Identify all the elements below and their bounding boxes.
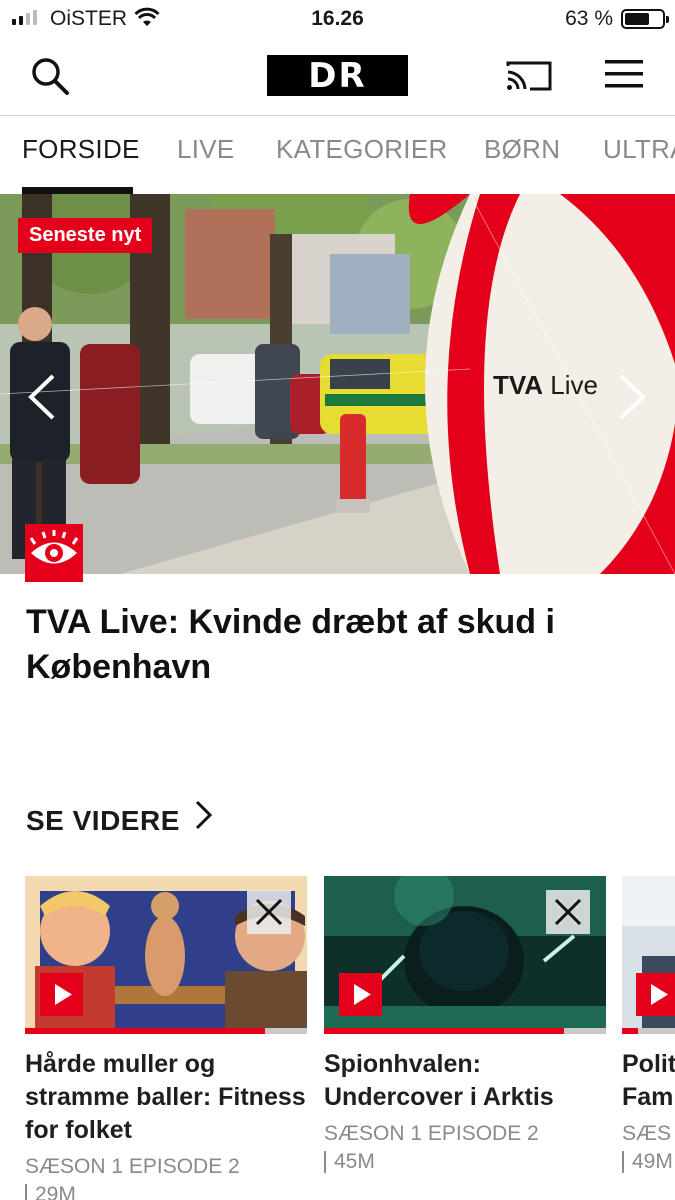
tab-ultra[interactable]: ULTRA [603, 134, 675, 165]
video-meta: SÆS 49M [622, 1120, 675, 1176]
menu-icon[interactable] [605, 58, 643, 95]
video-title: Hårde muller og stramme baller: Fitness … [25, 1050, 306, 1144]
duration: 29M [25, 1181, 307, 1200]
video-thumbnail[interactable] [622, 876, 675, 1034]
tab-live[interactable]: LIVE [177, 134, 235, 165]
section-title[interactable]: SE VIDERE [26, 805, 180, 837]
search-icon[interactable] [30, 56, 70, 101]
chevron-right-icon[interactable] [193, 798, 215, 837]
dr-logo[interactable]: DR [267, 55, 408, 96]
video-card[interactable]: Polit Fam SÆS 49M [622, 876, 675, 1176]
video-meta: SÆSON 1 EPISODE 2 45M [324, 1120, 606, 1176]
tab-born[interactable]: BØRN [484, 134, 560, 165]
status-bar: OiSTER 16.26 63 % [0, 0, 675, 38]
close-icon[interactable] [247, 890, 291, 934]
season-episode: SÆSON 1 EPISODE 2 [324, 1122, 539, 1145]
latest-news-badge: Seneste nyt [18, 218, 153, 253]
season-episode: SÆSON 1 EPISODE 2 [25, 1155, 240, 1178]
video-title: Spionhvalen: Undercover i Arktis [324, 1050, 554, 1111]
play-icon[interactable] [339, 973, 382, 1016]
hero-carousel[interactable]: Seneste nyt TVA Live [0, 194, 675, 574]
cast-icon[interactable] [506, 60, 552, 97]
battery-icon [621, 9, 669, 29]
tab-kategorier[interactable]: KATEGORIER [276, 134, 448, 165]
watch-progress [25, 1028, 307, 1034]
video-title: Polit Fam [622, 1050, 675, 1111]
video-thumbnail[interactable] [25, 876, 307, 1034]
video-meta: SÆSON 1 EPISODE 2 29M [25, 1153, 307, 1200]
app-header: DR [0, 38, 675, 116]
close-icon[interactable] [546, 890, 590, 934]
tab-forside[interactable]: FORSIDE [22, 134, 140, 165]
play-icon[interactable] [636, 973, 675, 1016]
season-episode: SÆS [622, 1122, 672, 1145]
video-card[interactable]: Hårde muller og stramme baller: Fitness … [25, 876, 307, 1200]
duration: 45M [324, 1148, 606, 1176]
active-tab-indicator [22, 187, 133, 194]
hero-overlay-title: TVA Live [493, 370, 598, 400]
hero-headline[interactable]: TVA Live: Kvinde dræbt af skud i Københa… [26, 600, 646, 690]
watch-progress [324, 1028, 606, 1034]
play-icon[interactable] [40, 973, 83, 1016]
watch-progress [622, 1028, 675, 1034]
video-card[interactable]: Spionhvalen: Undercover i Arktis SÆSON 1… [324, 876, 606, 1176]
category-tabs: FORSIDE LIVE KATEGORIER BØRN ULTRA [0, 116, 675, 194]
duration: 49M [622, 1148, 675, 1176]
battery-percent: 63 % [565, 7, 613, 30]
tva-eye-icon [25, 524, 83, 582]
video-thumbnail[interactable] [324, 876, 606, 1034]
